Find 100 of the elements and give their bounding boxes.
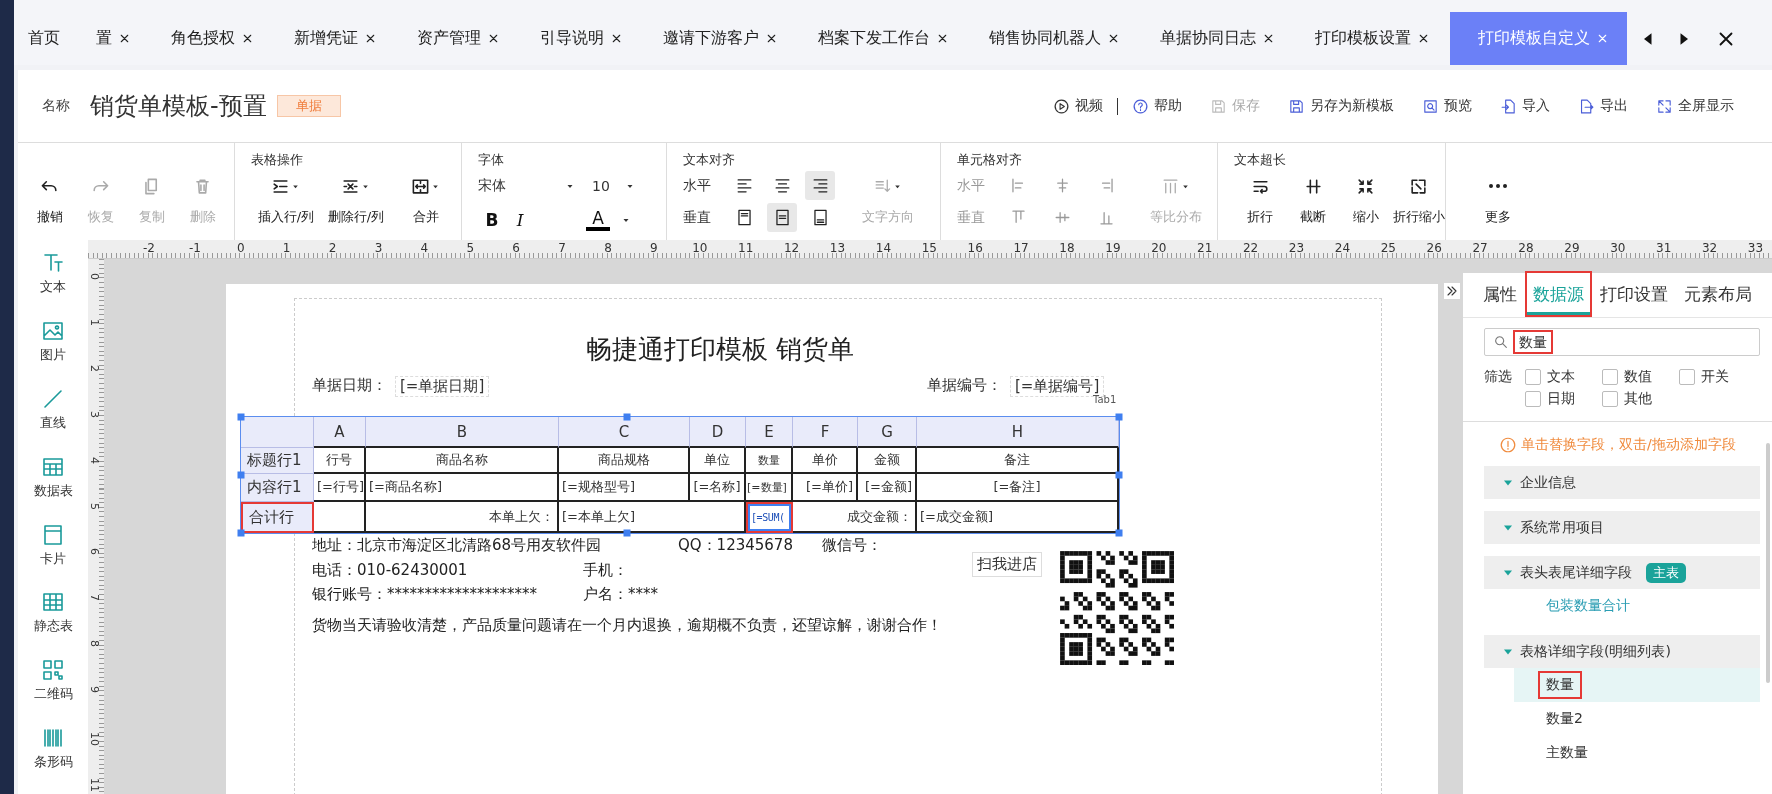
table-cell[interactable]: 备注 xyxy=(917,448,1119,474)
toolbar-button[interactable]: 合并 xyxy=(391,171,461,228)
field-label[interactable]: 单据日期： xyxy=(312,376,387,397)
search-field[interactable]: 数量 xyxy=(1484,328,1760,356)
resize-handle[interactable] xyxy=(1115,413,1123,421)
toolbar-button[interactable]: 更多 xyxy=(1462,171,1534,228)
table-cell[interactable]: [=金额] xyxy=(858,474,917,502)
document-title[interactable]: 畅捷通打印模板 销货单 xyxy=(586,332,855,367)
table-cell[interactable]: 商品规格 xyxy=(559,448,690,474)
field-item[interactable]: 主数量 xyxy=(1484,736,1760,770)
resize-handle[interactable] xyxy=(623,529,631,537)
panel-tab[interactable]: 元素布局 xyxy=(1676,271,1760,317)
table-cell[interactable]: 行号 xyxy=(314,448,366,474)
checkbox-label[interactable]: 日期 xyxy=(1547,390,1575,408)
resize-handle[interactable] xyxy=(1115,529,1123,537)
text-element[interactable]: 银行账号：******************** xyxy=(312,585,537,604)
table-cell[interactable]: [=名称] xyxy=(690,474,746,502)
field-group-header[interactable]: 表头表尾详细字段 主表 xyxy=(1484,556,1760,589)
table-cell[interactable]: [=备注] xyxy=(917,474,1119,502)
header-action[interactable]: 预览 xyxy=(1422,97,1472,115)
table-cell[interactable]: 单价 xyxy=(793,448,858,474)
resize-handle[interactable] xyxy=(237,529,245,537)
header-action[interactable]: 另存为新模板 xyxy=(1288,97,1394,115)
tool-button[interactable]: 数据表 xyxy=(33,454,73,523)
field-label[interactable]: 单据编号： xyxy=(927,376,1002,397)
text-element[interactable]: QQ：12345678 xyxy=(678,536,793,555)
checkbox[interactable] xyxy=(1525,391,1541,407)
toolbar-button[interactable]: 折行 xyxy=(1234,171,1287,228)
close-icon[interactable] xyxy=(487,32,500,45)
page-tab[interactable]: 置 xyxy=(76,12,151,65)
page-tab[interactable]: 角色授权 xyxy=(151,12,274,65)
page-tab[interactable]: 打印模板设置 xyxy=(1295,12,1450,65)
resize-handle[interactable] xyxy=(1115,471,1123,479)
text-element[interactable]: 手机： xyxy=(583,561,628,580)
font-select[interactable]: 宋体 xyxy=(478,177,576,195)
toolbar-button[interactable]: 撤销 xyxy=(24,171,75,228)
header-action[interactable]: 全屏显示 xyxy=(1656,97,1734,115)
table-cell[interactable]: 本单上欠： xyxy=(366,502,559,533)
scrollbar[interactable] xyxy=(1766,443,1770,683)
column-letter[interactable]: A xyxy=(314,417,366,448)
checkbox-label[interactable]: 开关 xyxy=(1701,368,1729,386)
field-group-header[interactable]: 表格详细字段(明细列表) xyxy=(1484,635,1760,668)
table-cell[interactable]: [=数量] xyxy=(746,474,793,502)
field-placeholder[interactable]: [=单据日期] xyxy=(395,376,490,397)
close-icon[interactable] xyxy=(1107,32,1120,45)
bold-button[interactable]: B xyxy=(478,210,506,230)
table-cell[interactable]: [=商品名称] xyxy=(366,474,559,502)
page-tab[interactable]: 资产管理 xyxy=(397,12,520,65)
page-tab[interactable]: 邀请下游客户 xyxy=(643,12,798,65)
checkbox[interactable] xyxy=(1679,369,1695,385)
header-action[interactable]: 导入 xyxy=(1500,97,1550,115)
text-element[interactable]: 地址：北京市海淀区北清路68号用友软件园 xyxy=(312,536,602,555)
row-label[interactable]: 标题行1 xyxy=(241,448,314,474)
table-cell[interactable]: 单位 xyxy=(690,448,746,474)
table-cell[interactable]: [=成交金额] xyxy=(917,502,1119,533)
panel-tab[interactable]: 属性 xyxy=(1475,271,1525,317)
page-tab[interactable]: 新增凭证 xyxy=(274,12,397,65)
toolbar-button[interactable]: 截断 xyxy=(1286,171,1340,228)
checkbox-label[interactable]: 其他 xyxy=(1624,390,1652,408)
close-icon[interactable] xyxy=(118,32,131,45)
text-element[interactable]: 货物当天请验收清楚，产品质量问题请在一个月内退换，逾期概不负责，还望谅解，谢谢合作！ xyxy=(312,616,942,635)
toolbar-button[interactable]: 插入行/列 xyxy=(251,171,321,228)
close-icon[interactable] xyxy=(1262,32,1275,45)
close-icon[interactable] xyxy=(1417,32,1430,45)
tool-button[interactable]: 条形码 xyxy=(33,726,73,794)
qr-caption[interactable]: 扫我进店 xyxy=(972,552,1042,577)
tool-button[interactable]: 二维码 xyxy=(33,658,73,727)
resize-handle[interactable] xyxy=(237,413,245,421)
checkbox[interactable] xyxy=(1602,391,1618,407)
checkbox-label[interactable]: 数值 xyxy=(1624,368,1652,386)
text-element[interactable]: 电话：010-62430001 xyxy=(312,561,468,580)
close-icon[interactable] xyxy=(241,32,254,45)
page-tab[interactable]: 销售协同机器人 xyxy=(969,12,1140,65)
field-group-header[interactable]: 系统常用项目 xyxy=(1484,511,1760,544)
table-cell[interactable]: 商品名称 xyxy=(366,448,559,474)
table-cell[interactable]: 金额 xyxy=(858,448,917,474)
checkbox[interactable] xyxy=(1602,369,1618,385)
tool-button[interactable]: 直线 xyxy=(40,386,66,455)
table-cell[interactable] xyxy=(314,502,366,533)
header-action[interactable]: 导出 xyxy=(1578,97,1628,115)
table-cell[interactable]: 数量 xyxy=(746,448,793,474)
toolbar-button[interactable]: 删除行/列 xyxy=(321,171,391,228)
column-letter[interactable]: H xyxy=(917,417,1119,448)
header-action[interactable]: 视频 xyxy=(1053,97,1103,115)
table-cell[interactable]: [=本单上欠] xyxy=(559,502,746,533)
checkbox-label[interactable]: 文本 xyxy=(1547,368,1575,386)
size-select[interactable]: 10 xyxy=(592,178,636,194)
toolbar-button[interactable]: 折行缩小 xyxy=(1392,171,1445,228)
align-button[interactable] xyxy=(767,203,797,232)
tool-button[interactable]: 卡片 xyxy=(40,522,66,591)
row-label[interactable]: 合计行 xyxy=(241,502,314,533)
close-icon[interactable] xyxy=(936,32,949,45)
tool-button[interactable]: 文本 xyxy=(40,251,66,319)
table-cell[interactable]: 成交金额： xyxy=(793,502,917,533)
resize-handle[interactable] xyxy=(623,413,631,421)
checkbox[interactable] xyxy=(1525,369,1541,385)
column-letter[interactable]: D xyxy=(690,417,746,448)
field-group-header[interactable]: 企业信息 xyxy=(1484,466,1760,499)
column-letter[interactable]: E xyxy=(746,417,793,448)
page-tab[interactable]: 档案下发工作台 xyxy=(798,12,969,65)
